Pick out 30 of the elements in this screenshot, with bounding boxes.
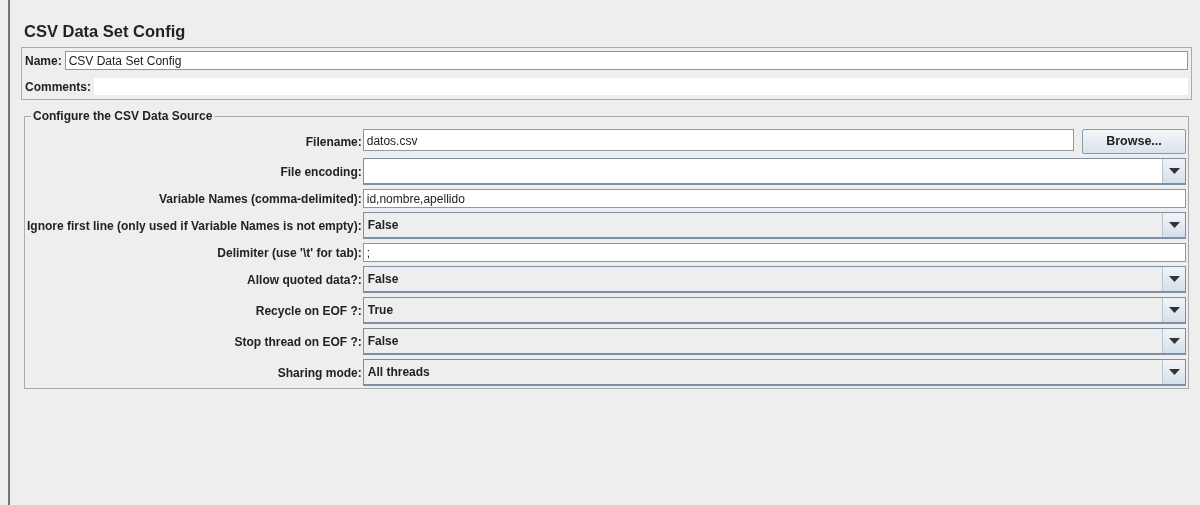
field-label: Sharing mode:: [276, 365, 363, 380]
field-label: Filename:: [304, 134, 363, 149]
dropdown-arrow-icon: [1168, 168, 1180, 174]
dropdown-arrow-icon: [1168, 369, 1180, 375]
dropdown-arrow-icon: [1168, 222, 1180, 228]
group-title: Configure the CSV Data Source: [31, 109, 215, 123]
dropdown[interactable]: True: [362, 297, 1186, 324]
field-label: Variable Names (comma-delimited):: [158, 191, 363, 206]
dropdown-arrow-icon: [1168, 276, 1180, 282]
text-field[interactable]: id,nombre,apellido: [362, 189, 1186, 208]
dropdown[interactable]: [362, 158, 1186, 185]
panel-title: CSV Data Set Config: [23, 21, 187, 42]
field-label: Ignore first line (only used if Variable Names is not empty):: [27, 218, 363, 233]
dropdown[interactable]: False: [362, 212, 1186, 239]
field-label: Allow quoted data?:: [246, 272, 363, 287]
text-field[interactable]: ;: [362, 243, 1186, 262]
dropdown[interactable]: False: [362, 328, 1186, 355]
dropdown-arrow-icon: [1168, 307, 1180, 313]
filename-field[interactable]: datos.csv: [362, 129, 1074, 151]
browse-button[interactable]: Browse...: [1082, 129, 1186, 154]
dropdown[interactable]: False: [362, 266, 1186, 293]
field-label: Recycle on EOF ?:: [254, 303, 363, 318]
name-field[interactable]: CSV Data Set Config: [64, 51, 1188, 70]
field-label: Stop thread on EOF ?:: [233, 334, 363, 349]
field-label: Delimiter (use '\t' for tab):: [216, 245, 363, 260]
dropdown-arrow-icon: [1168, 338, 1180, 344]
dropdown[interactable]: All threads: [362, 359, 1186, 386]
field-label: File encoding:: [279, 164, 363, 179]
field-label: Name:: [25, 53, 62, 68]
field-label: Comments:: [25, 79, 91, 94]
